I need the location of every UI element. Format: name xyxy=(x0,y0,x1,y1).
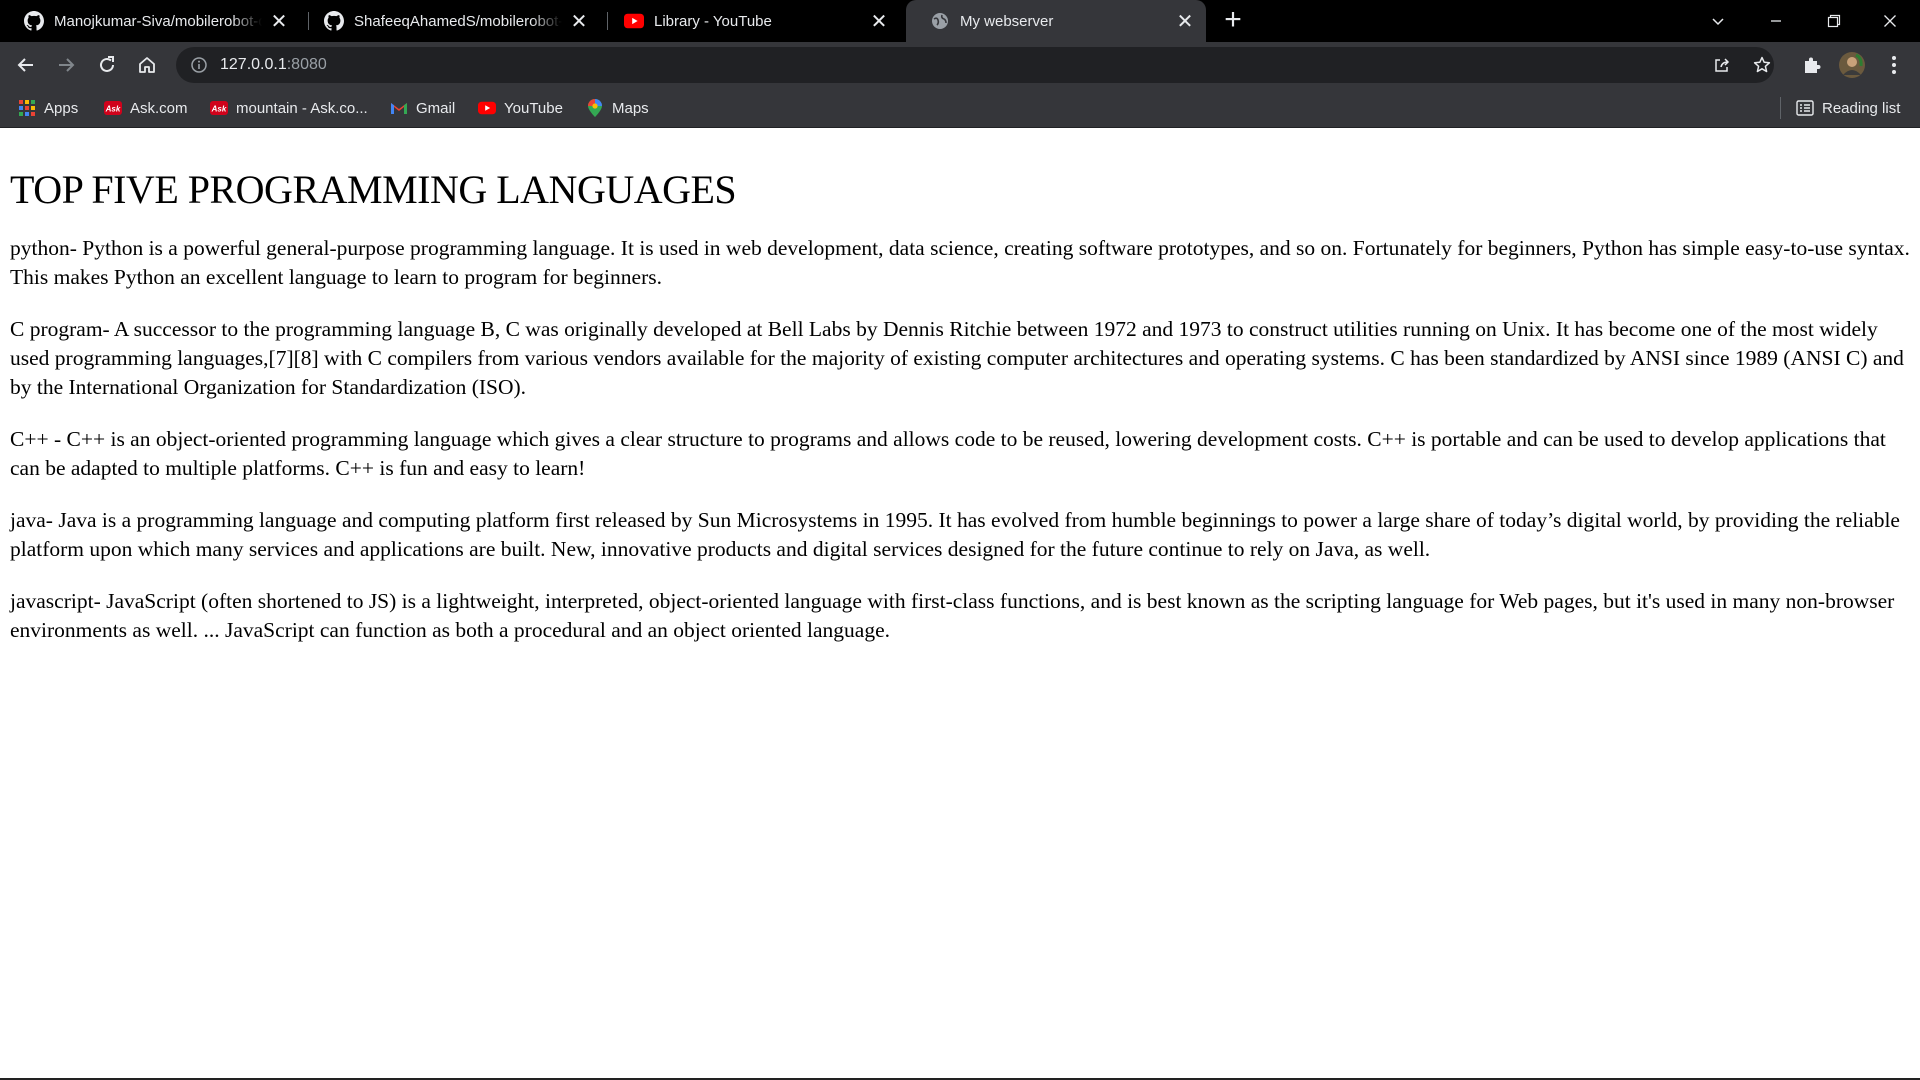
tab-youtube-library[interactable]: Library - YouTube ✕ xyxy=(600,0,900,42)
home-button[interactable] xyxy=(131,49,163,81)
bookmark-label: mountain - Ask.co... xyxy=(236,99,368,117)
tab-search-button[interactable] xyxy=(1690,0,1746,42)
youtube-icon xyxy=(624,11,644,31)
bookmark-star-button[interactable] xyxy=(1746,49,1778,81)
bookmark-youtube[interactable]: YouTube xyxy=(478,96,563,120)
more-vertical-icon xyxy=(1892,56,1896,74)
paragraph-python: python- Python is a powerful general-pur… xyxy=(10,236,1910,289)
svg-text:Ask: Ask xyxy=(105,105,121,114)
apps-grid-icon xyxy=(18,99,36,117)
close-window-button[interactable] xyxy=(1862,0,1918,42)
bookmark-label: Ask.com xyxy=(130,99,188,117)
minimize-button[interactable] xyxy=(1748,0,1804,42)
avatar-icon xyxy=(1839,52,1865,78)
bookmark-mountain-ask[interactable]: Ask mountain - Ask.co... xyxy=(210,96,368,120)
close-icon[interactable]: ✕ xyxy=(268,10,290,33)
new-tab-button[interactable]: + xyxy=(1218,5,1248,36)
bookmark-label: Apps xyxy=(44,99,79,117)
url-host: 127.0.0.1 xyxy=(220,56,287,73)
forward-button[interactable] xyxy=(50,49,82,81)
tab-title: My webserver xyxy=(960,12,1054,30)
maps-icon xyxy=(586,99,604,117)
paragraph-c: C program- A successor to the programmin… xyxy=(10,317,1904,399)
tab-title: ShafeeqAhamedS/mobilerobot-c xyxy=(354,12,562,30)
page-content: TOP FIVE PROGRAMMING LANGUAGES python- P… xyxy=(0,128,1920,678)
globe-icon xyxy=(930,11,950,31)
menu-button[interactable] xyxy=(1878,49,1910,81)
arrow-left-icon xyxy=(17,58,33,72)
tab-title: Manojkumar-Siva/mobilerobot-c xyxy=(54,12,262,30)
chevron-down-icon xyxy=(1712,18,1724,26)
address-bar[interactable]: 127.0.0.1:8080 xyxy=(176,47,1774,83)
bookmark-gmail[interactable]: Gmail xyxy=(390,96,455,120)
tab-my-webserver[interactable]: My webserver ✕ xyxy=(906,0,1206,42)
home-icon xyxy=(139,57,155,73)
page-heading: TOP FIVE PROGRAMMING LANGUAGES xyxy=(10,167,737,212)
bookmark-label: YouTube xyxy=(504,99,563,117)
reading-list-button[interactable]: Reading list xyxy=(1796,96,1900,120)
close-icon[interactable]: ✕ xyxy=(868,10,890,33)
reading-list-label: Reading list xyxy=(1822,99,1901,117)
reading-list-icon xyxy=(1796,99,1814,117)
star-icon xyxy=(1753,56,1771,73)
bookmark-maps[interactable]: Maps xyxy=(586,96,649,120)
share-button[interactable] xyxy=(1706,49,1738,81)
browser-toolbar: 127.0.0.1:8080 xyxy=(0,42,1920,88)
share-icon xyxy=(1715,58,1730,72)
paragraph-java: java- Java is a programming language and… xyxy=(10,508,1900,561)
site-info-icon[interactable] xyxy=(190,56,208,74)
restore-icon xyxy=(1827,14,1841,28)
divider xyxy=(1780,97,1781,119)
github-icon xyxy=(24,11,44,31)
tab-strip: Manojkumar-Siva/mobilerobot-c ✕ ShafeeqA… xyxy=(0,0,1920,42)
bookmark-label: Gmail xyxy=(416,99,456,117)
url-text: 127.0.0.1:8080 xyxy=(220,56,327,74)
ask-icon: Ask xyxy=(104,99,122,117)
page-viewport: TOP FIVE PROGRAMMING LANGUAGES python- P… xyxy=(0,128,1920,1078)
arrow-right-icon xyxy=(59,58,75,72)
ask-icon: Ask xyxy=(210,99,228,117)
paragraph-cpp: C++ - C++ is an object-oriented programm… xyxy=(10,427,1886,480)
reload-button[interactable] xyxy=(91,49,123,81)
paragraph-javascript: javascript- JavaScript (often shortened … xyxy=(10,589,1895,642)
close-icon[interactable]: ✕ xyxy=(1174,10,1196,33)
tab-github-manojkumar[interactable]: Manojkumar-Siva/mobilerobot-c ✕ xyxy=(0,0,300,42)
profile-avatar[interactable] xyxy=(1836,49,1868,81)
bookmark-ask[interactable]: Ask Ask.com xyxy=(104,96,188,120)
reload-icon xyxy=(100,56,114,72)
gmail-icon xyxy=(390,99,408,117)
close-icon xyxy=(1884,15,1896,27)
extensions-button[interactable] xyxy=(1796,49,1828,81)
svg-text:Ask: Ask xyxy=(211,105,227,114)
minimize-icon xyxy=(1771,20,1781,22)
puzzle-icon xyxy=(1805,57,1821,73)
url-port: :8080 xyxy=(286,56,327,73)
back-button[interactable] xyxy=(10,49,42,81)
bookmarks-bar: Apps Ask Ask.com Ask mountain - Ask.co..… xyxy=(0,88,1920,128)
github-icon xyxy=(324,11,344,31)
close-icon[interactable]: ✕ xyxy=(568,10,590,33)
tab-title: Library - YouTube xyxy=(654,12,772,30)
tab-github-shafeeq[interactable]: ShafeeqAhamedS/mobilerobot-c ✕ xyxy=(300,0,600,42)
restore-button[interactable] xyxy=(1806,0,1862,42)
youtube-icon xyxy=(478,99,496,117)
bookmark-label: Maps xyxy=(612,99,649,117)
bookmark-apps[interactable]: Apps xyxy=(18,96,78,120)
